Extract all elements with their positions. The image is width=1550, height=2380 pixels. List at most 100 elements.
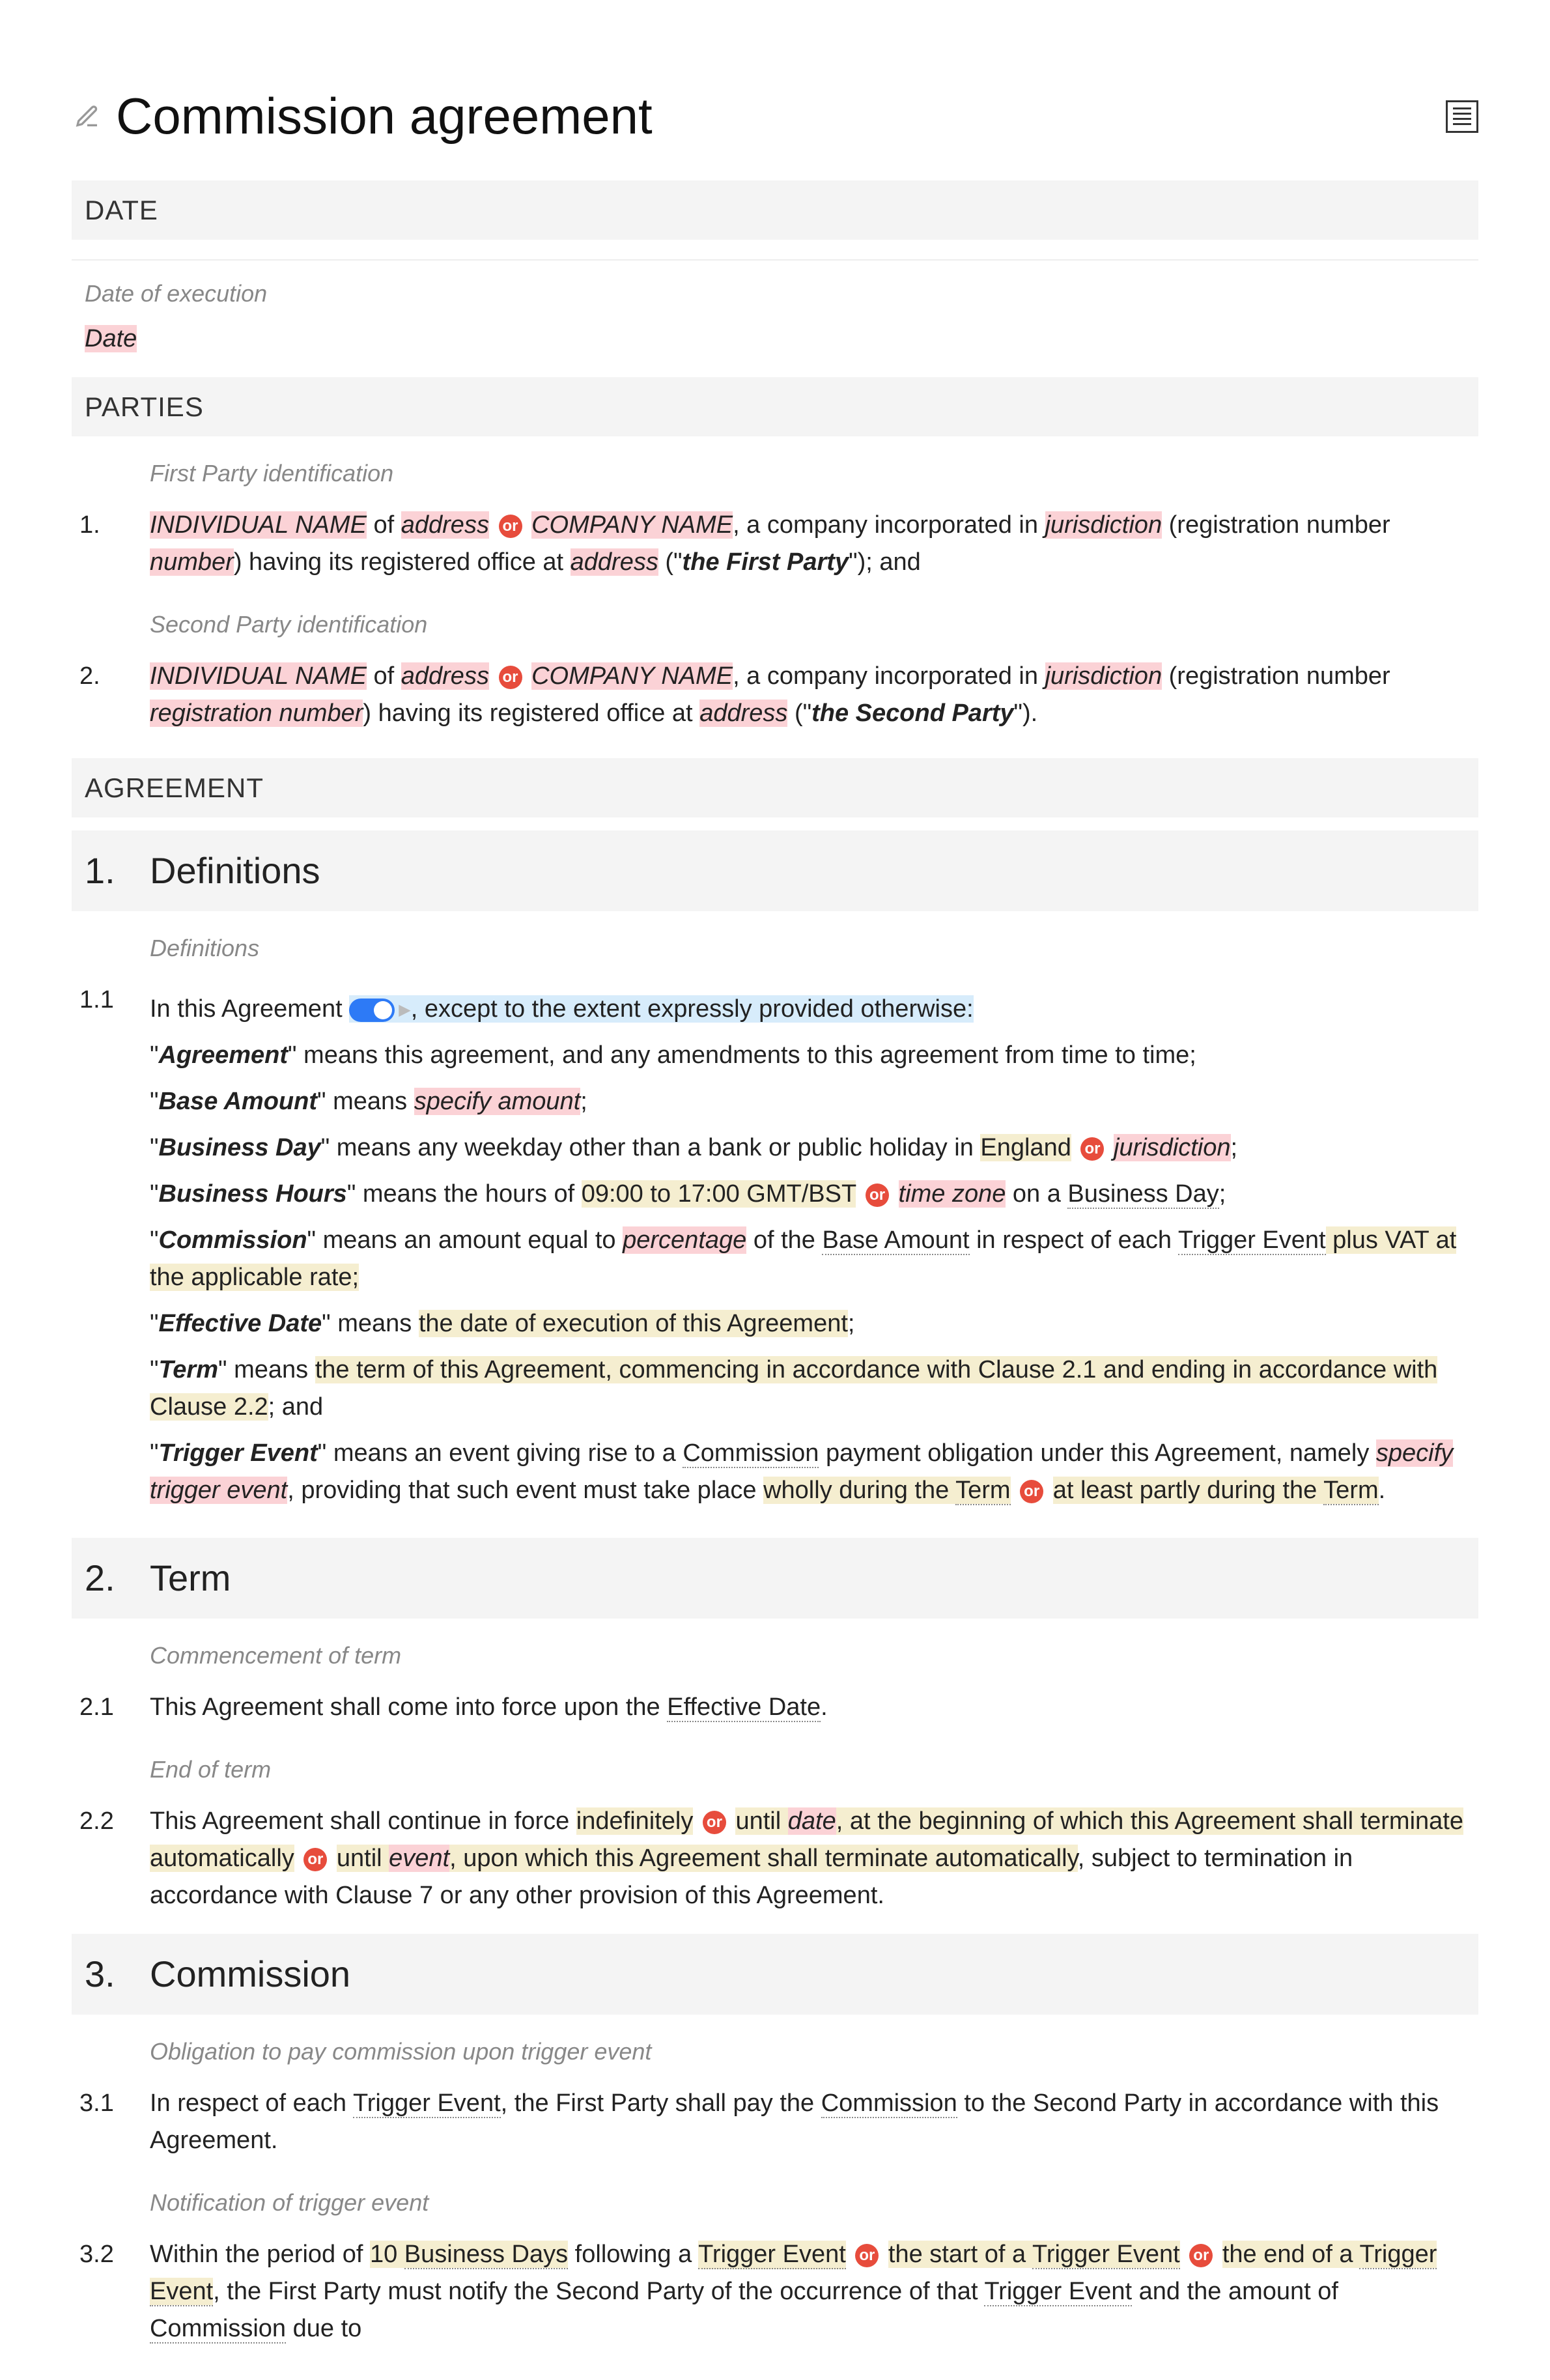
text: . xyxy=(1379,1477,1386,1504)
company-name-placeholder[interactable]: COMPANY NAME xyxy=(531,511,733,539)
text: ; and xyxy=(268,1393,324,1421)
term-effective-date: Effective Date xyxy=(159,1310,322,1337)
text: of xyxy=(367,662,401,690)
party-1-row: 1. INDIVIDUAL NAME of address or COMPANY… xyxy=(72,500,1478,588)
text: , a company incorporated in xyxy=(733,511,1045,539)
or-badge[interactable]: or xyxy=(855,2244,879,2267)
date-placeholder[interactable]: Date xyxy=(85,325,137,352)
definitions-hint: Definitions xyxy=(150,911,1478,975)
or-badge[interactable]: or xyxy=(703,1811,726,1834)
title-row: Commission agreement xyxy=(72,78,1478,154)
text: , the First Party shall pay the xyxy=(501,2090,821,2117)
commission-ref[interactable]: Commission xyxy=(821,2090,957,2118)
commission-ref[interactable]: Commission xyxy=(683,1439,819,1468)
text: ) having its registered office at xyxy=(234,548,571,576)
or-badge[interactable]: or xyxy=(303,1848,327,1871)
obligation-hint: Obligation to pay commission upon trigge… xyxy=(150,2015,1478,2078)
england-option[interactable]: England xyxy=(980,1134,1071,1161)
term-base-amount: Base Amount xyxy=(159,1088,318,1115)
trigger-event-ref[interactable]: Trigger Event xyxy=(1032,2241,1180,2269)
text: " means any weekday other than a bank or… xyxy=(321,1134,981,1161)
text: " xyxy=(150,1041,159,1069)
section-1-num: 1. xyxy=(85,843,150,898)
commission-ref[interactable]: Commission xyxy=(150,2315,286,2344)
clause-3-1: 3.1 In respect of each Trigger Event, th… xyxy=(72,2078,1478,2166)
indefinitely-option[interactable]: indefinitely xyxy=(576,1807,694,1835)
or-badge[interactable]: or xyxy=(1080,1137,1104,1161)
party-2-content: INDIVIDUAL NAME of address or COMPANY NA… xyxy=(150,658,1478,732)
text: . xyxy=(821,1693,828,1721)
term-term: Term xyxy=(159,1356,219,1383)
effective-date-option[interactable]: the date of execution of this Agreement xyxy=(419,1310,848,1337)
start-te-option[interactable]: the start of a Trigger Event xyxy=(888,2241,1180,2268)
text: In this Agreement xyxy=(150,995,343,1023)
text: ; xyxy=(1231,1134,1238,1161)
date-placeholder[interactable]: date xyxy=(788,1807,836,1835)
date-hint: Date of execution xyxy=(72,267,1478,320)
trigger-event-ref[interactable]: Trigger Event xyxy=(984,2278,1132,2306)
address-placeholder[interactable]: address xyxy=(401,511,489,539)
text: , providing that such event must take pl… xyxy=(287,1477,763,1504)
specify-amount-placeholder[interactable]: specify amount xyxy=(414,1088,581,1115)
event-placeholder[interactable]: event xyxy=(389,1845,449,1872)
text: " xyxy=(150,1134,159,1161)
section-agreement-header: AGREEMENT xyxy=(72,758,1478,817)
jurisdiction-placeholder[interactable]: jurisdiction xyxy=(1045,511,1162,539)
section-3-title: Commission xyxy=(150,1947,350,2002)
ten-bd-option[interactable]: 10 Business Days xyxy=(370,2241,568,2268)
reg-number-placeholder[interactable]: registration number xyxy=(150,700,363,727)
term-ref[interactable]: Term xyxy=(955,1477,1010,1505)
term-ref[interactable]: Term xyxy=(1323,1477,1378,1505)
business-day-ref[interactable]: Business Day xyxy=(1067,1180,1219,1209)
or-badge[interactable]: or xyxy=(866,1183,889,1207)
until-event-option[interactable]: until event, upon which this Agreement s… xyxy=(337,1845,1078,1872)
percentage-placeholder[interactable]: percentage xyxy=(623,1226,746,1254)
section-date-header: DATE xyxy=(72,180,1478,240)
document-icon[interactable] xyxy=(1446,100,1478,133)
business-days-ref[interactable]: Business Days xyxy=(404,2241,568,2269)
address-placeholder[interactable]: address xyxy=(401,662,489,690)
text: ; xyxy=(848,1310,855,1337)
individual-name-placeholder[interactable]: INDIVIDUAL NAME xyxy=(150,662,367,690)
effective-date-ref[interactable]: Effective Date xyxy=(667,1693,821,1722)
jurisdiction-placeholder[interactable]: jurisdiction xyxy=(1045,662,1162,690)
or-badge[interactable]: or xyxy=(1189,2244,1213,2267)
edit-icon[interactable] xyxy=(72,101,103,132)
text: In respect of each xyxy=(150,2090,353,2117)
text: This Agreement shall come into force upo… xyxy=(150,1693,667,1721)
base-amount-ref[interactable]: Base Amount xyxy=(822,1226,969,1255)
address-placeholder[interactable]: address xyxy=(699,700,787,727)
clause-num: 3.1 xyxy=(72,2085,150,2159)
text: "); and xyxy=(849,548,921,576)
text: Within the period of xyxy=(150,2241,370,2268)
clause-1-1: 1.1 In this Agreement ▶ , except to the … xyxy=(72,975,1478,1525)
text: and the amount of xyxy=(1132,2278,1338,2305)
text: " xyxy=(150,1356,159,1383)
text: of the xyxy=(746,1226,822,1254)
jurisdiction-placeholder[interactable]: jurisdiction xyxy=(1114,1134,1231,1161)
trigger-event-ref[interactable]: Trigger Event xyxy=(353,2090,501,2118)
address-placeholder[interactable]: address xyxy=(571,548,658,576)
company-name-placeholder[interactable]: COMPANY NAME xyxy=(531,662,733,690)
wholly-option[interactable]: wholly during the Term xyxy=(763,1477,1011,1504)
text: " xyxy=(150,1310,159,1337)
time-zone-placeholder[interactable]: time zone xyxy=(899,1180,1006,1208)
individual-name-placeholder[interactable]: INDIVIDUAL NAME xyxy=(150,511,367,539)
hours-option[interactable]: 09:00 to 17:00 GMT/BST xyxy=(582,1180,856,1208)
number-placeholder[interactable]: number xyxy=(150,548,234,576)
text: " means xyxy=(322,1310,419,1337)
or-badge[interactable]: or xyxy=(499,515,522,538)
section-2-header: 2. Term xyxy=(72,1538,1478,1619)
or-badge[interactable]: or xyxy=(499,666,522,689)
commencement-hint: Commencement of term xyxy=(150,1619,1478,1682)
trigger-event-option[interactable]: Trigger Event xyxy=(698,2241,846,2269)
trigger-event-ref[interactable]: Trigger Event xyxy=(1178,1226,1326,1255)
clause-num: 3.2 xyxy=(72,2236,150,2347)
second-party-label: the Second Party xyxy=(811,700,1013,727)
text: following a xyxy=(568,2241,698,2268)
toggle-switch[interactable]: ▶ xyxy=(349,999,410,1022)
term-def-option[interactable]: the term of this Agreement, commencing i… xyxy=(150,1356,1437,1421)
or-badge[interactable]: or xyxy=(1020,1480,1043,1503)
partly-option[interactable]: at least partly during the Term xyxy=(1053,1477,1379,1504)
text: (registration number xyxy=(1162,511,1390,539)
